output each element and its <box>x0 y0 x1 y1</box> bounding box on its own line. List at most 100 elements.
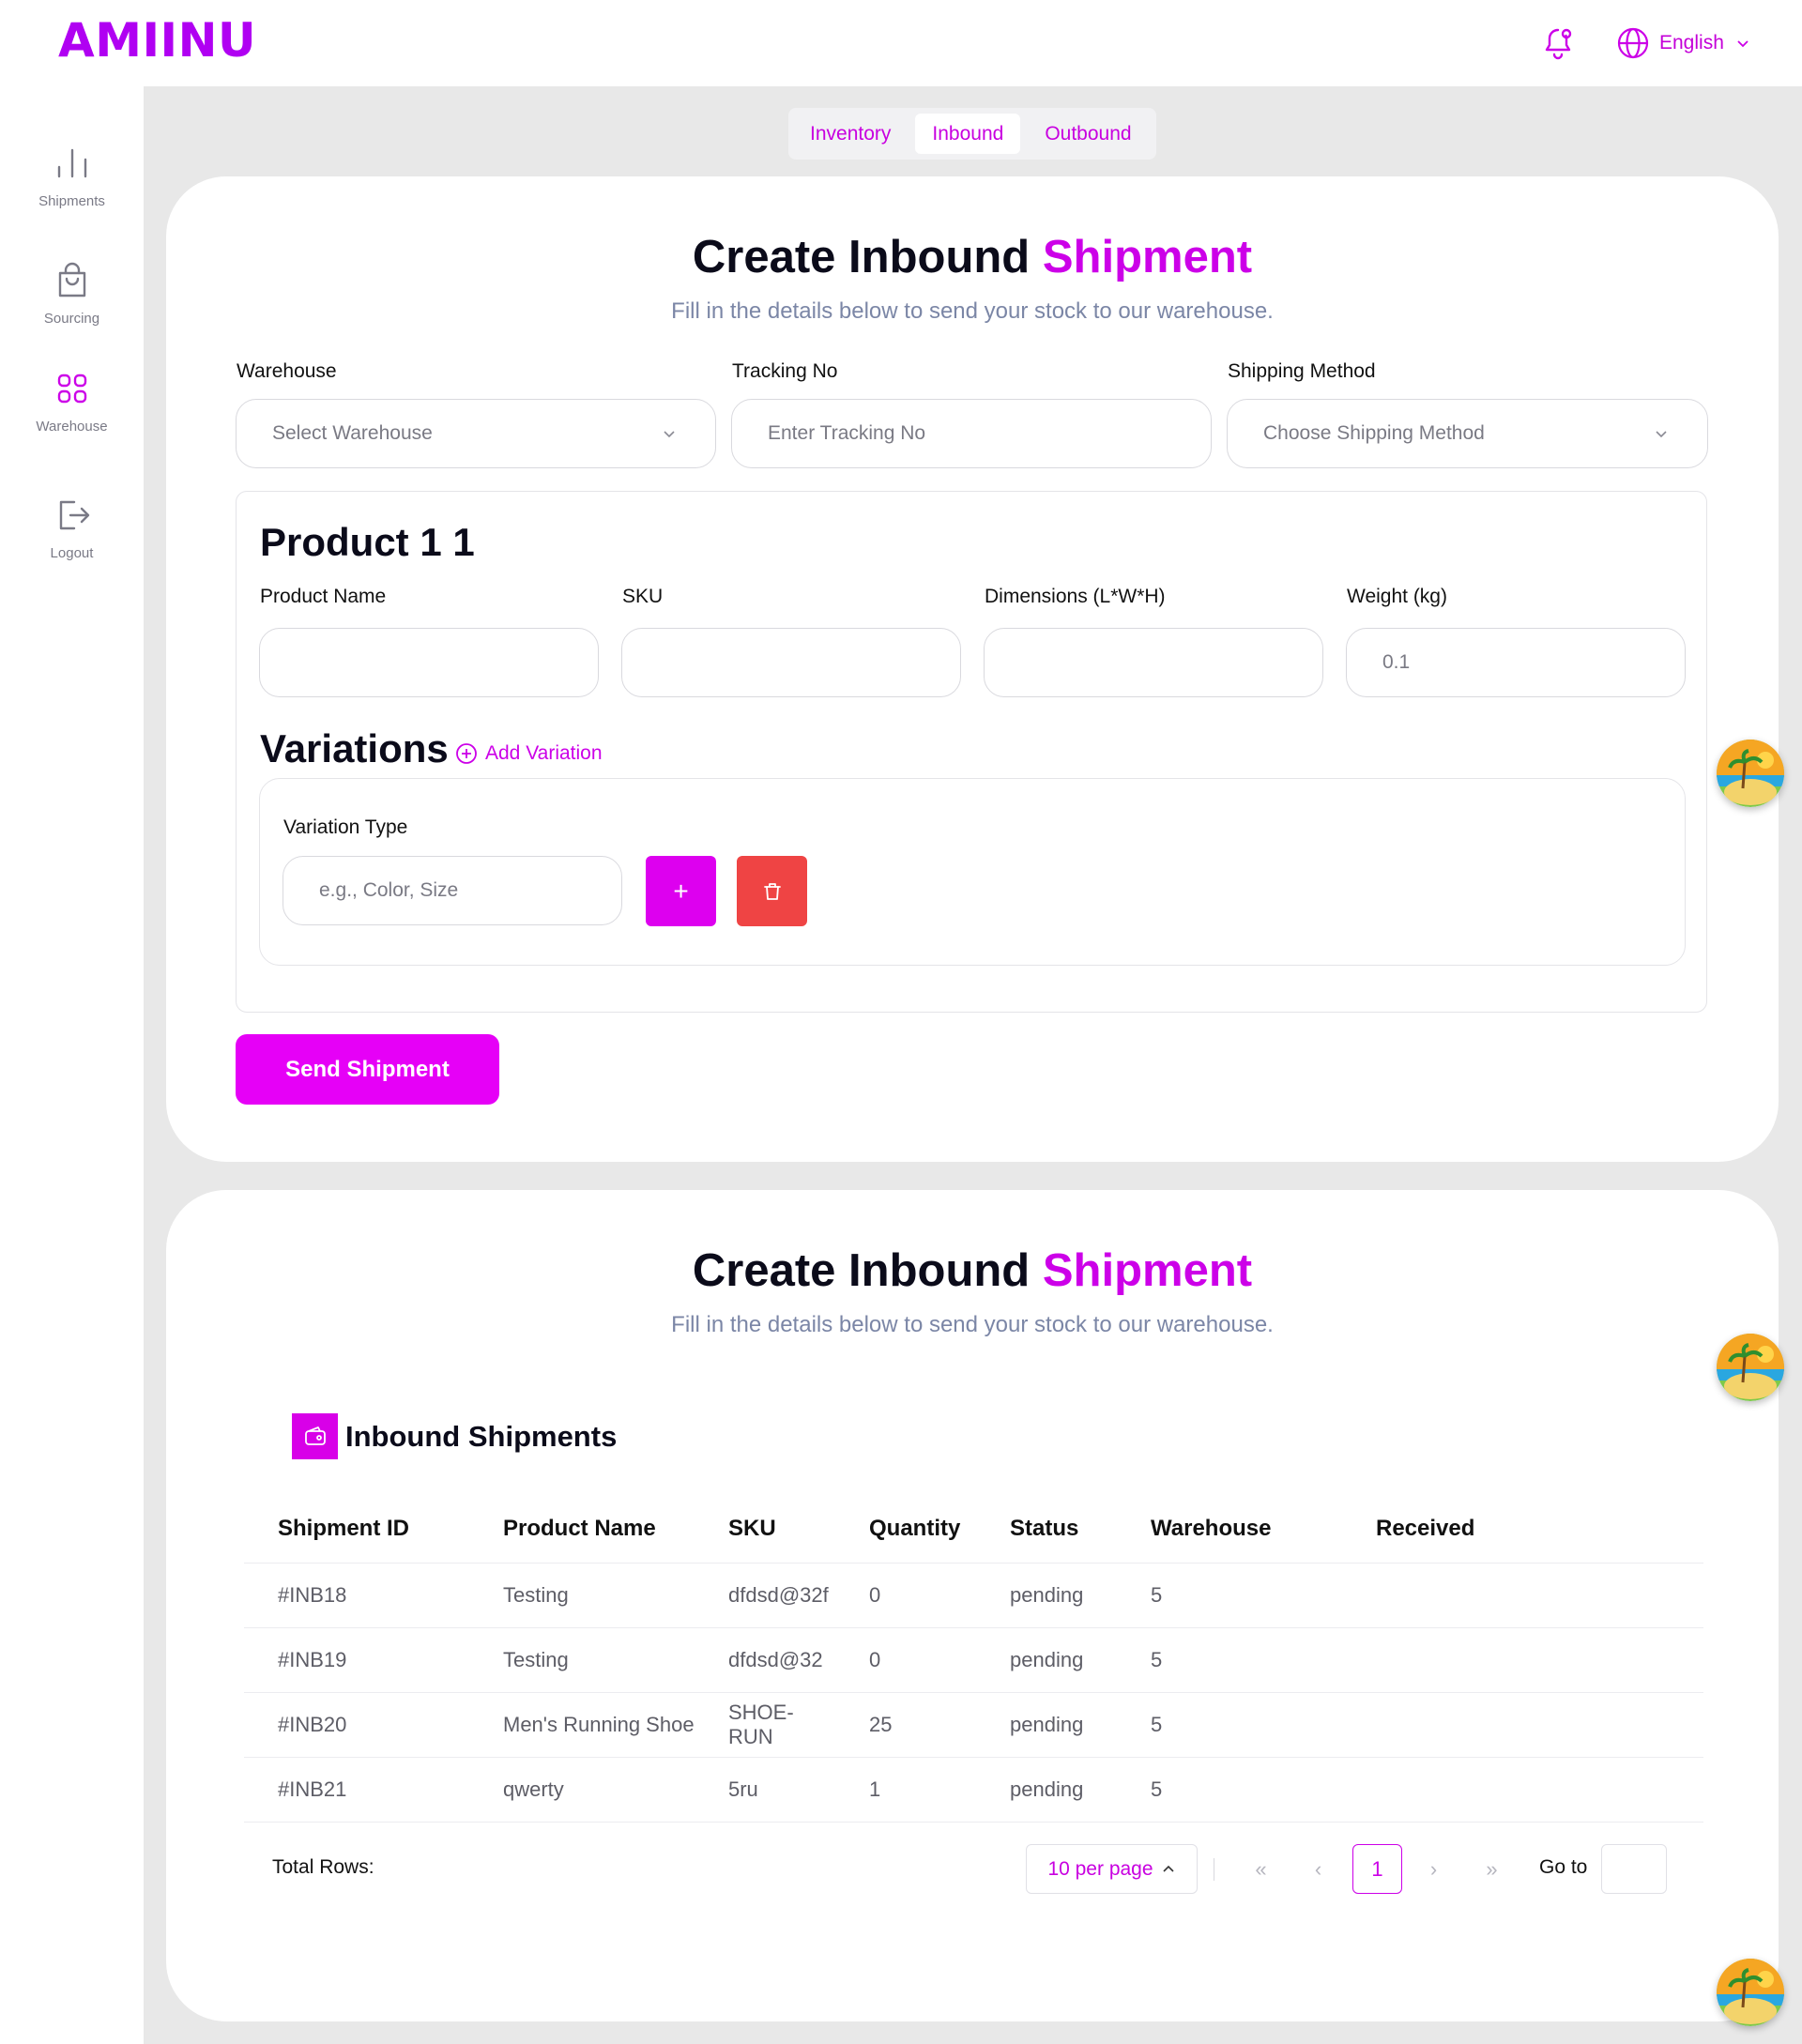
sku-input[interactable] <box>621 628 961 697</box>
table-cell: Men's Running Shoe <box>469 1692 695 1758</box>
table-cell: #INB18 <box>244 1563 469 1628</box>
warehouse-select[interactable]: Select Warehouse <box>236 399 716 468</box>
add-variation-label: Add Variation <box>485 742 603 764</box>
column-header[interactable]: Status <box>976 1495 1117 1564</box>
variation-type-input[interactable]: e.g., Color, Size <box>283 856 622 925</box>
table-cell: Testing <box>469 1563 695 1628</box>
table-cell: 0 <box>835 1563 976 1628</box>
table-cell: qwerty <box>469 1757 695 1823</box>
warehouse-select-value: Select Warehouse <box>272 422 433 444</box>
tab-outbound[interactable]: Outbound <box>1028 114 1148 154</box>
product-name-input[interactable] <box>259 628 599 697</box>
bar-chart-icon <box>57 148 86 178</box>
tab-bar: Inventory Inbound Outbound <box>788 108 1156 160</box>
variation-row: Variation Type e.g., Color, Size + <box>259 778 1686 966</box>
sidebar-item-label: Shipments <box>38 193 105 209</box>
warehouse-label: Warehouse <box>237 360 337 382</box>
table-cell: 5 <box>1117 1563 1342 1628</box>
title-text: Create Inbound <box>692 232 1031 282</box>
column-header[interactable]: Product Name <box>469 1495 695 1564</box>
island-emoji-icon[interactable] <box>1717 740 1784 807</box>
tracking-input[interactable]: Enter Tracking No <box>731 399 1212 468</box>
table-header-row: Shipment ID Product Name SKU Quantity St… <box>244 1495 1703 1564</box>
weight-input[interactable]: 0.1 <box>1346 628 1686 697</box>
table-row[interactable]: #INB19 Testing dfdsd@32 0 pending 5 <box>244 1627 1703 1693</box>
trash-icon <box>763 882 781 900</box>
title-accent: Shipment <box>1042 1245 1253 1296</box>
create-shipment-card: Create Inbound Shipment Fill in the deta… <box>166 176 1779 1162</box>
column-header[interactable]: Warehouse <box>1117 1495 1342 1564</box>
shopping-bag-icon <box>58 262 85 297</box>
table-row[interactable]: #INB20 Men's Running Shoe SHOE-RUN 25 pe… <box>244 1692 1703 1758</box>
chevron-down-icon <box>1737 40 1749 48</box>
notification-bell-icon[interactable] <box>1539 24 1577 62</box>
language-selector[interactable]: English <box>1616 24 1752 62</box>
table-cell <box>1342 1563 1703 1628</box>
language-label: English <box>1659 32 1724 53</box>
sidebar-item-logout[interactable]: Logout <box>0 495 144 561</box>
chevron-down-icon <box>1656 431 1667 438</box>
table-cell: dfdsd@32 <box>695 1627 835 1693</box>
app-logo[interactable]: AMIINU <box>58 13 256 68</box>
tab-inbound[interactable]: Inbound <box>915 114 1021 154</box>
product-heading: Product 1 1 <box>260 520 475 564</box>
variation-type-placeholder: e.g., Color, Size <box>319 879 459 901</box>
add-variation-button[interactable]: Add Variation <box>455 742 603 765</box>
variation-type-label: Variation Type <box>283 816 408 838</box>
inbound-shipments-header: Inbound Shipments <box>292 1413 617 1459</box>
column-header[interactable]: Quantity <box>835 1495 976 1564</box>
island-emoji-icon[interactable] <box>1717 1959 1784 2026</box>
inbound-shipments-card: Create Inbound Shipment Fill in the deta… <box>166 1190 1779 2021</box>
tracking-input-placeholder: Enter Tracking No <box>768 422 926 444</box>
add-variation-value-button[interactable]: + <box>646 856 716 926</box>
table-row[interactable]: #INB18 Testing dfdsd@32f 0 pending 5 <box>244 1563 1703 1628</box>
table-cell: dfdsd@32f <box>695 1563 835 1628</box>
send-shipment-button[interactable]: Send Shipment <box>236 1034 499 1105</box>
prev-page-button[interactable]: ‹ <box>1293 1844 1343 1894</box>
column-header[interactable]: SKU <box>695 1495 835 1564</box>
page-number-button[interactable]: 1 <box>1352 1844 1402 1894</box>
sku-label: SKU <box>622 586 664 607</box>
delete-variation-button[interactable] <box>737 856 807 926</box>
column-header[interactable]: Shipment ID <box>244 1495 469 1564</box>
shipping-method-label: Shipping Method <box>1228 360 1376 382</box>
sidebar-item-warehouse[interactable]: Warehouse <box>0 368 144 435</box>
go-to-page-input[interactable] <box>1601 1844 1667 1894</box>
table-cell: pending <box>976 1692 1117 1758</box>
first-page-button[interactable]: « <box>1236 1844 1286 1894</box>
table-cell <box>1342 1692 1703 1758</box>
go-to-label: Go to <box>1539 1856 1588 1878</box>
sidebar-item-label: Warehouse <box>36 419 108 435</box>
plus-circle-icon <box>456 743 477 764</box>
title-accent: Shipment <box>1042 232 1253 282</box>
total-rows-label: Total Rows: <box>272 1856 374 1878</box>
globe-icon <box>1617 27 1649 59</box>
sidebar-item-sourcing[interactable]: Sourcing <box>0 260 144 327</box>
island-emoji-icon[interactable] <box>1717 1334 1784 1401</box>
per-page-value: 10 per page <box>1047 1857 1153 1880</box>
product-name-label: Product Name <box>260 586 387 607</box>
product-section: Product 1 1 Product Name SKU Dimensions … <box>236 491 1707 1013</box>
next-page-button[interactable]: › <box>1409 1844 1458 1894</box>
top-bar: AMIINU English <box>0 0 1802 86</box>
column-header[interactable]: Received <box>1342 1495 1703 1564</box>
table-cell: SHOE-RUN <box>695 1692 835 1758</box>
table-cell: #INB21 <box>244 1757 469 1823</box>
dimensions-input[interactable] <box>984 628 1323 697</box>
shipping-method-select[interactable]: Choose Shipping Method <box>1227 399 1708 468</box>
sidebar-item-label: Logout <box>50 545 94 561</box>
table-cell: 5 <box>1117 1692 1342 1758</box>
page-title: Create Inbound Shipment <box>166 231 1779 283</box>
table-row[interactable]: #INB21 qwerty 5ru 1 pending 5 <box>244 1757 1703 1823</box>
variations-heading: Variations <box>260 726 449 770</box>
weight-value: 0.1 <box>1382 651 1411 673</box>
table-cell: 5 <box>1117 1627 1342 1693</box>
table-cell: Testing <box>469 1627 695 1693</box>
last-page-button[interactable]: » <box>1467 1844 1517 1894</box>
table-cell: pending <box>976 1627 1117 1693</box>
sidebar-item-shipments[interactable]: Shipments <box>0 143 144 209</box>
table-cell: pending <box>976 1563 1117 1628</box>
per-page-select[interactable]: 10 per page <box>1026 1844 1198 1894</box>
dimensions-label: Dimensions (L*W*H) <box>985 586 1166 607</box>
tab-inventory[interactable]: Inventory <box>793 114 908 154</box>
